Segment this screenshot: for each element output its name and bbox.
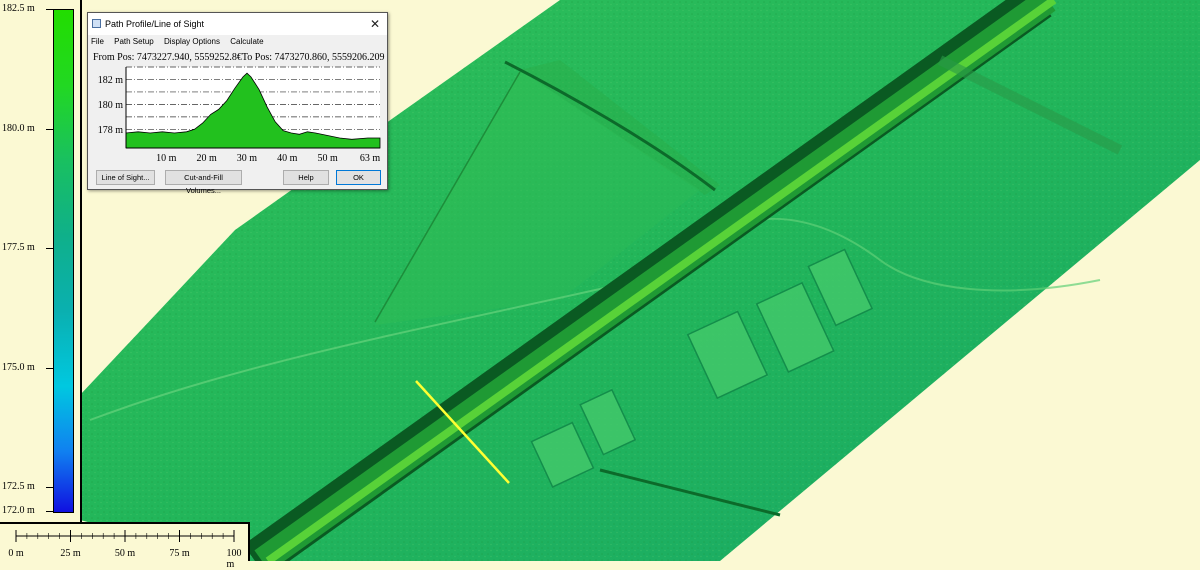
scale-bar: 0 m 25 m 50 m 75 m 100 m: [0, 522, 250, 570]
profile-chart: 182 m 180 m 178 m 10 m 20 m 30 m 40 m 50 m 63 m: [98, 66, 381, 164]
legend-tick-label: 172.5 m: [2, 481, 35, 493]
y-tick-label: 182 m: [98, 75, 124, 86]
scale-label: 75 m: [169, 548, 190, 559]
dialog-menubar: File Path Setup Display Options Calculat…: [88, 35, 387, 49]
legend-tick-mark: [46, 9, 53, 10]
legend-tick-label: 182.5 m: [2, 3, 35, 14]
x-tick-label: 10 m: [156, 153, 177, 164]
menu-file[interactable]: File: [91, 37, 104, 46]
legend-tick-label: 177.5 m: [2, 242, 35, 254]
legend-tick-label: 172.0 m: [2, 505, 35, 516]
close-icon[interactable]: ✕: [367, 13, 383, 35]
scale-label: 50 m: [114, 548, 136, 559]
legend-tick-mark: [46, 511, 53, 512]
x-tick-label: 50 m: [317, 153, 338, 164]
elevation-color-ramp: [53, 9, 74, 513]
dialog-title: Path Profile/Line of Sight: [105, 19, 205, 29]
menu-display-options[interactable]: Display Options: [164, 37, 220, 46]
legend-tick-mark: [46, 248, 53, 250]
dialog-titlebar[interactable]: Path Profile/Line of Sight ✕: [88, 13, 387, 35]
legend-tick-label: 175.0 m: [2, 361, 35, 373]
legend-tick-mark: [46, 487, 53, 489]
x-tick-label: 63 m: [360, 153, 381, 164]
legend-tick-mark: [46, 367, 53, 369]
scale-label: 100 m: [226, 548, 242, 570]
x-tick-label: 20 m: [196, 153, 217, 164]
x-tick-label: 40 m: [277, 153, 298, 164]
app-icon: [92, 19, 101, 28]
ok-button[interactable]: OK: [336, 170, 381, 185]
menu-calculate[interactable]: Calculate: [230, 37, 263, 46]
help-button[interactable]: Help: [283, 170, 329, 185]
menu-path-setup[interactable]: Path Setup: [114, 37, 154, 46]
x-tick-label: 30 m: [237, 153, 258, 164]
y-tick-label: 178 m: [98, 125, 124, 136]
line-of-sight-button[interactable]: Line of Sight...: [96, 170, 155, 185]
cut-fill-volumes-button[interactable]: Cut-and-Fill Volumes...: [165, 170, 242, 195]
position-readout: From Pos: 7473227.940, 5559252.8€To Pos:…: [93, 52, 385, 63]
elevation-legend: 182.5 m 180.0 m 177.5 m 175.0 m 172.5 m 172.0…: [0, 0, 82, 522]
y-tick-label: 180 m: [98, 100, 124, 111]
legend-tick-mark: [46, 128, 53, 130]
scale-label: 0 m: [8, 548, 24, 559]
scale-label: 25 m: [60, 548, 81, 559]
path-profile-dialog[interactable]: Path Profile/Line of Sight ✕ File Path S…: [87, 12, 388, 195]
legend-tick-label: 180.0 m: [2, 122, 35, 134]
